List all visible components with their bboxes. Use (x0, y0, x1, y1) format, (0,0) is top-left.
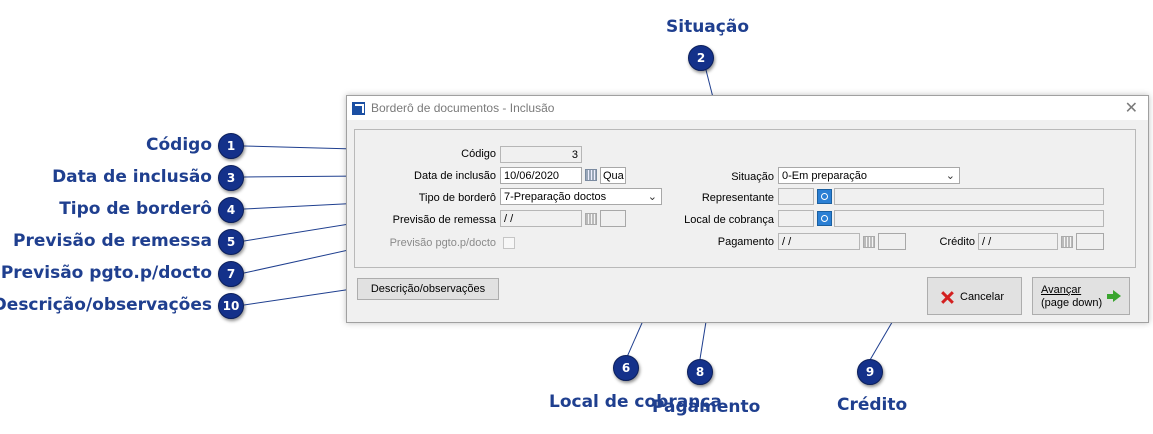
bordero-dialog: Borderô de documentos - Inclusão ✕ Códig… (346, 95, 1149, 323)
title-bar: Borderô de documentos - Inclusão ✕ (347, 96, 1148, 120)
green-arrow-icon (1107, 290, 1121, 302)
calendar-icon[interactable] (584, 168, 598, 182)
local-cobranca-code-field[interactable] (778, 210, 814, 227)
callout-label-data-inclusao: Data de inclusão (52, 167, 212, 187)
callout-badge-4: 4 (218, 197, 244, 223)
data-inclusao-field[interactable]: 10/06/2020 (500, 167, 582, 184)
tipo-bordero-select[interactable]: 7-Preparação doctos ⌄ (500, 188, 662, 205)
cancelar-button[interactable]: Cancelar (927, 277, 1022, 315)
previsao-pgto-checkbox[interactable] (503, 237, 515, 249)
codigo-label: Código (461, 148, 496, 160)
window-title: Borderô de documentos - Inclusão (371, 101, 555, 115)
callout-badge-7: 7 (218, 261, 244, 287)
callout-badge-9: 9 (857, 359, 883, 385)
callout-label-previsao-remessa: Previsão de remessa (13, 231, 212, 251)
callout-label-credito: Crédito (837, 395, 908, 415)
lookup-icon[interactable] (817, 189, 832, 204)
pagamento-field[interactable]: / / (778, 233, 860, 250)
tipo-bordero-value: 7-Preparação doctos (504, 191, 607, 203)
credito-field[interactable]: / / (978, 233, 1058, 250)
previsao-remessa-field[interactable]: / / (500, 210, 582, 227)
previsao-pgto-label: Previsão pgto.p/docto (389, 237, 496, 249)
remessa-weekday-field (600, 210, 626, 227)
data-inclusao-label: Data de inclusão (414, 170, 496, 182)
pagamento-weekday-field (878, 233, 906, 250)
calendar-icon (1060, 235, 1074, 249)
chevron-down-icon: ⌄ (647, 191, 657, 203)
callout-badge-3: 3 (218, 165, 244, 191)
lookup-icon[interactable] (817, 211, 832, 226)
callout-badge-2: 2 (688, 45, 714, 71)
representante-code-field[interactable] (778, 188, 814, 205)
callout-label-codigo: Código (146, 135, 212, 155)
callout-label-pagamento: Pagamento (652, 397, 761, 417)
cancelar-label: Cancelar (960, 291, 1005, 303)
avancar-label: Avançar (1041, 284, 1082, 296)
callout-badge-1: 1 (218, 133, 244, 159)
close-icon[interactable]: ✕ (1125, 98, 1138, 117)
chevron-down-icon: ⌄ (945, 170, 955, 182)
callout-badge-10: 10 (218, 293, 244, 319)
tipo-bordero-label: Tipo de borderô (418, 192, 496, 204)
descricao-observacoes-button[interactable]: Descrição/observações (357, 278, 499, 300)
callout-badge-6: 6 (613, 355, 639, 381)
calendar-icon (584, 212, 598, 226)
representante-name-field (834, 188, 1104, 205)
local-cobranca-name-field (834, 210, 1104, 227)
callout-badge-8: 8 (687, 359, 713, 385)
situacao-label: Situação (731, 171, 774, 183)
callout-label-tipo-bordero: Tipo de borderô (59, 199, 212, 219)
callout-label-situacao: Situação (666, 17, 749, 37)
situacao-select[interactable]: 0-Em preparação ⌄ (778, 167, 960, 184)
avancar-sublabel: (page down) (1041, 297, 1103, 309)
previsao-remessa-label: Previsão de remessa (392, 214, 496, 226)
callout-badge-5: 5 (218, 229, 244, 255)
local-cobranca-label: Local de cobrança (684, 214, 774, 226)
representante-label: Representante (701, 192, 774, 204)
callout-label-descricao: Descrição/observações (0, 295, 212, 315)
credito-label: Crédito (939, 236, 975, 248)
cancel-x-icon (940, 290, 954, 304)
callout-label-previsao-pgto: Previsão pgto.p/docto (0, 263, 212, 283)
calendar-icon (862, 235, 876, 249)
avancar-button[interactable]: Avançar (page down) (1032, 277, 1130, 315)
situacao-value: 0-Em preparação (782, 170, 867, 182)
app-icon (352, 102, 365, 115)
credito-weekday-field (1076, 233, 1104, 250)
codigo-field[interactable]: 3 (500, 146, 582, 163)
weekday-field: Qua (600, 167, 626, 184)
pagamento-label: Pagamento (717, 236, 774, 248)
